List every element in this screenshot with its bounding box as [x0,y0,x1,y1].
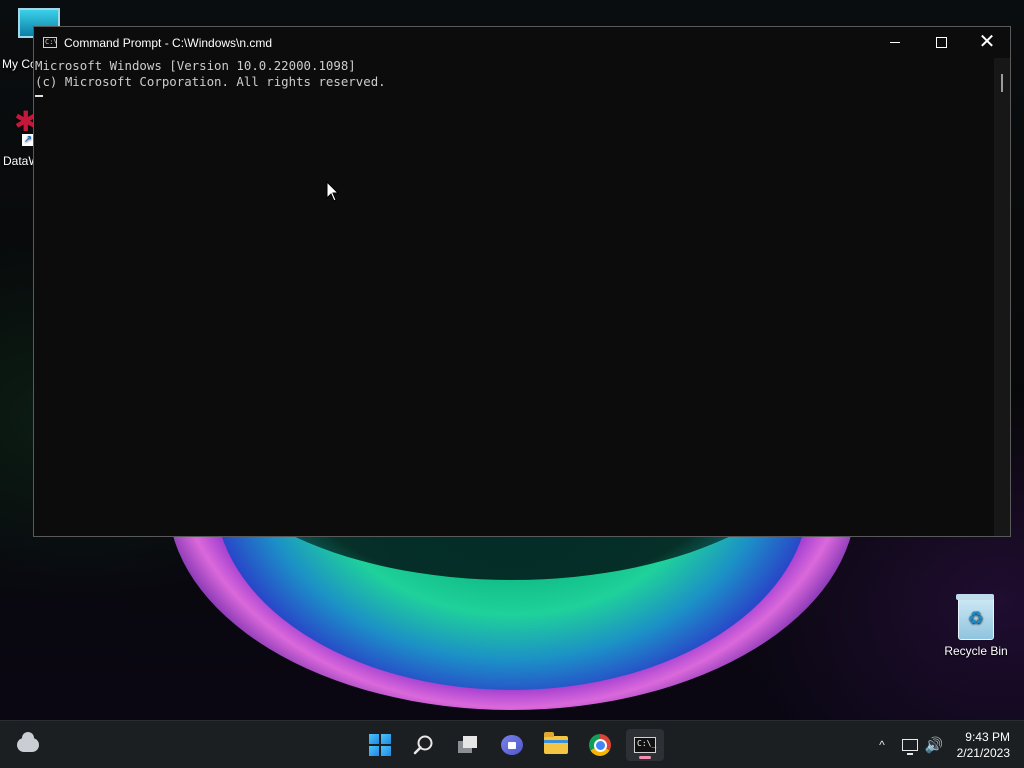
vertical-scrollbar[interactable] [994,58,1010,536]
minimize-icon [890,42,900,43]
taskbar-search-button[interactable] [408,729,440,761]
taskbar-weather-widget[interactable] [12,729,44,761]
window-title: Command Prompt - C:\Windows\n.cmd [64,35,273,50]
cloud-icon [17,732,39,752]
speaker-icon: 🔊 [924,737,944,754]
command-prompt-taskbar-button[interactable]: C:\_ [626,729,664,761]
desktop-icon-label: Recycle Bin [944,644,1008,658]
clock-date: 2/21/2023 [956,746,1010,760]
chrome-button[interactable] [584,729,616,761]
task-view-button[interactable] [452,729,484,761]
clock-time: 9:43 PM [965,730,1010,744]
mouse-pointer-icon [326,181,340,202]
folder-icon [544,732,568,754]
console-output[interactable]: Microsoft Windows [Version 10.0.22000.10… [34,58,996,536]
search-icon [413,735,433,755]
cmd-icon: C:\_ [634,737,656,753]
scrollbar-thumb[interactable] [1001,74,1003,92]
windows-logo-icon [369,734,391,756]
chat-icon [501,735,523,755]
start-button[interactable] [364,729,396,761]
maximize-button[interactable] [918,27,964,58]
maximize-icon [935,37,947,48]
minimize-button[interactable] [872,27,918,58]
desktop-icon-recycle-bin[interactable]: ♻ Recycle Bin [940,594,1012,658]
chevron-up-icon: ^ [879,738,885,752]
chat-button[interactable] [496,729,528,761]
console-line: (c) Microsoft Corporation. All rights re… [35,74,386,89]
network-icon [902,739,918,755]
close-icon: ✕ [978,31,996,53]
volume-button[interactable]: 🔊 [918,729,950,761]
recycle-bin-icon: ♻ [956,594,994,640]
taskbar-clock[interactable]: 9:43 PM 2/21/2023 [957,729,1010,761]
title-bar[interactable]: C:\ Command Prompt - C:\Windows\n.cmd ✕ [34,27,1010,58]
close-button[interactable]: ✕ [964,27,1010,58]
cmd-app-icon: C:\ [43,37,57,48]
chrome-icon [589,734,611,756]
text-cursor [35,95,43,97]
console-line: Microsoft Windows [Version 10.0.22000.10… [35,58,356,73]
active-app-indicator [639,756,651,759]
file-explorer-button[interactable] [540,729,572,761]
command-prompt-window[interactable]: C:\ Command Prompt - C:\Windows\n.cmd ✕ … [33,26,1011,537]
taskbar: C:\_ ^ 🔊 9:43 PM 2/21/2023 [0,720,1024,768]
